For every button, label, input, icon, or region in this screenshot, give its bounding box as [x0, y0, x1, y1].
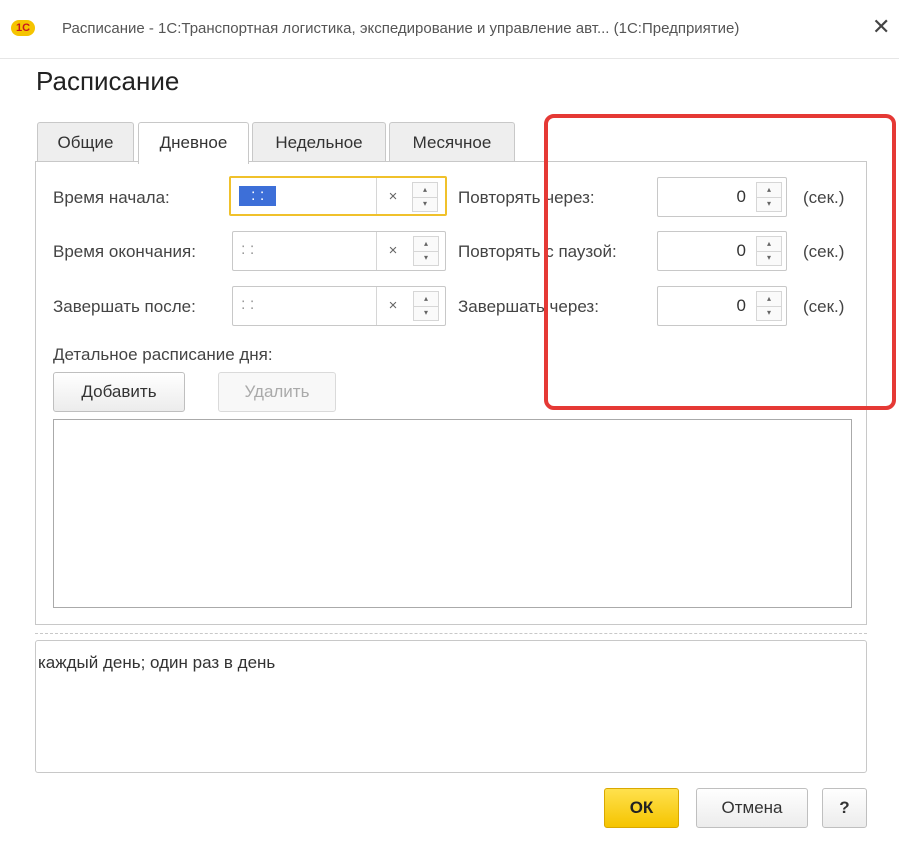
delete-button[interactable]: Удалить	[218, 372, 336, 412]
spin-down-icon[interactable]: ▾	[757, 251, 781, 265]
finish-after-label: Завершать после:	[53, 297, 196, 316]
window-titlebar: 1С Расписание - 1С:Транспортная логистик…	[0, 0, 899, 59]
app-logo-icon: 1С	[11, 20, 35, 36]
finish-after-field[interactable]: : : × ▴ ▾	[232, 286, 446, 326]
repeat-every-value: 0	[736, 187, 746, 206]
end-time-value: : :	[241, 241, 255, 258]
tab-weekly[interactable]: Недельное	[252, 122, 386, 162]
finish-in-field[interactable]: 0 ▴ ▾	[657, 286, 787, 326]
repeat-every-label: Повторять через:	[458, 188, 595, 207]
splitter[interactable]	[35, 633, 867, 634]
schedule-summary: каждый день; один раз в день	[35, 640, 867, 773]
clear-icon[interactable]: ×	[376, 178, 409, 214]
spin-down-icon[interactable]: ▾	[757, 306, 781, 320]
window-title: Расписание - 1С:Транспортная логистика, …	[62, 20, 740, 37]
form-title: Расписание	[36, 66, 180, 96]
number-spinner[interactable]: ▴ ▾	[756, 291, 782, 321]
spin-up-icon[interactable]: ▴	[414, 237, 438, 252]
repeat-pause-unit: (сек.)	[803, 242, 845, 261]
start-time-field[interactable]: : : × ▴ ▾	[229, 176, 447, 216]
help-button[interactable]: ?	[822, 788, 867, 828]
start-time-label: Время начала:	[53, 188, 170, 207]
finish-in-unit: (сек.)	[803, 297, 845, 316]
start-time-value: : :	[239, 186, 277, 206]
tab-general[interactable]: Общие	[37, 122, 134, 162]
summary-text: каждый день; один раз в день	[38, 653, 276, 672]
repeat-pause-value: 0	[736, 241, 746, 260]
finish-after-value: : :	[241, 296, 255, 313]
finish-in-label: Завершать через:	[458, 297, 599, 316]
spin-down-icon[interactable]: ▾	[757, 197, 781, 211]
finish-in-value: 0	[736, 296, 746, 315]
spin-up-icon[interactable]: ▴	[414, 292, 438, 307]
tab-daily[interactable]: Дневное	[138, 122, 249, 164]
detail-schedule-list[interactable]	[53, 419, 852, 608]
spin-up-icon[interactable]: ▴	[757, 292, 781, 307]
spin-up-icon[interactable]: ▴	[757, 237, 781, 252]
ok-button[interactable]: ОК	[604, 788, 679, 828]
cancel-button[interactable]: Отмена	[696, 788, 808, 828]
spin-up-icon[interactable]: ▴	[757, 183, 781, 198]
close-icon[interactable]: ✕	[872, 14, 890, 40]
spin-down-icon[interactable]: ▾	[413, 197, 437, 211]
time-spinner[interactable]: ▴ ▾	[412, 182, 438, 212]
repeat-pause-field[interactable]: 0 ▴ ▾	[657, 231, 787, 271]
tab-monthly[interactable]: Месячное	[389, 122, 515, 162]
repeat-pause-label: Повторять с паузой:	[458, 242, 617, 261]
spin-down-icon[interactable]: ▾	[414, 251, 438, 265]
clear-icon[interactable]: ×	[376, 287, 409, 325]
clear-icon[interactable]: ×	[376, 232, 409, 270]
number-spinner[interactable]: ▴ ▾	[756, 236, 782, 266]
spin-up-icon[interactable]: ▴	[413, 183, 437, 198]
time-spinner[interactable]: ▴ ▾	[413, 236, 439, 266]
number-spinner[interactable]: ▴ ▾	[756, 182, 782, 212]
time-spinner[interactable]: ▴ ▾	[413, 291, 439, 321]
end-time-label: Время окончания:	[53, 242, 196, 261]
repeat-every-field[interactable]: 0 ▴ ▾	[657, 177, 787, 217]
repeat-every-unit: (сек.)	[803, 188, 845, 207]
end-time-field[interactable]: : : × ▴ ▾	[232, 231, 446, 271]
detail-schedule-label: Детальное расписание дня:	[53, 345, 273, 364]
spin-down-icon[interactable]: ▾	[414, 306, 438, 320]
add-button[interactable]: Добавить	[53, 372, 185, 412]
